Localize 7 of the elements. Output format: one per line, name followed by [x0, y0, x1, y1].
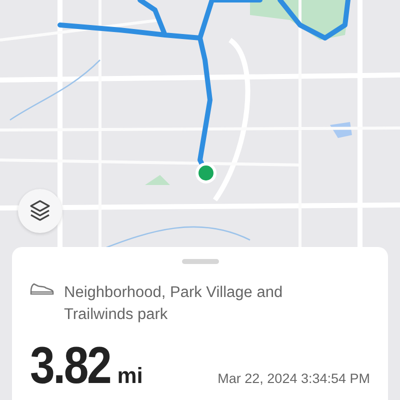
shoe-icon — [30, 282, 54, 296]
layers-icon — [29, 199, 51, 223]
drag-handle[interactable] — [182, 259, 218, 264]
distance-unit: mi — [117, 363, 143, 389]
activity-date: Mar 22, 2024 3:34:54 PM — [218, 371, 370, 386]
distance-value: 3.82 — [30, 336, 110, 396]
activity-title: Neighborhood, Park Village and Trailwinds park — [64, 283, 284, 325]
